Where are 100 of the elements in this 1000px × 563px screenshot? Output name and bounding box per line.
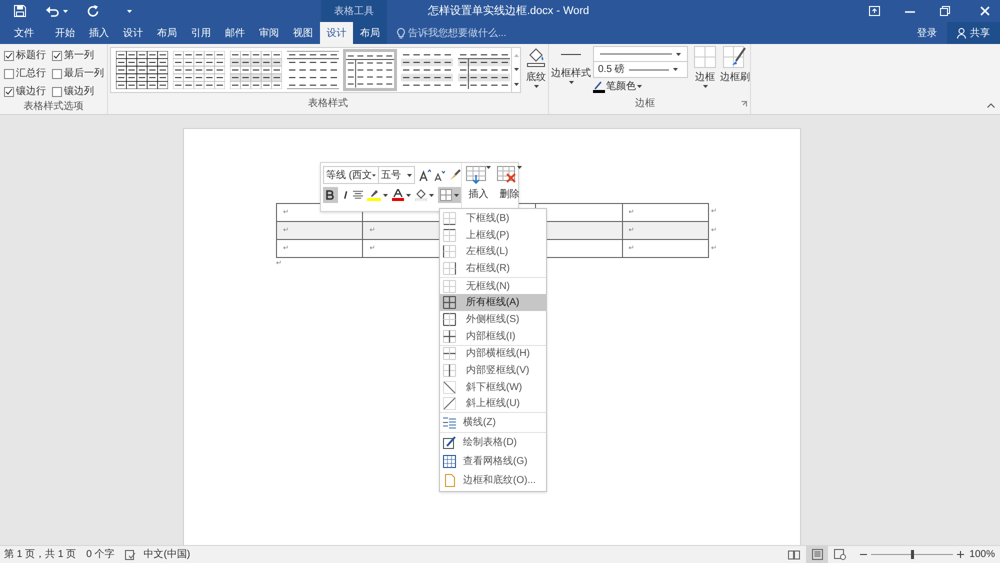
style-option-checkbox[interactable]: 镶边行	[4, 84, 52, 99]
style-option-checkbox[interactable]: 最后一列	[52, 66, 112, 81]
border-grid-icon	[443, 312, 456, 326]
zoom-slider-thumb[interactable]	[910, 550, 914, 559]
bold-button[interactable]	[323, 187, 338, 203]
dialog-launcher-icon[interactable]	[741, 100, 747, 106]
ribbon-tab[interactable]: 审阅	[252, 22, 286, 44]
table-style-option[interactable]	[343, 49, 397, 91]
view-button[interactable]	[806, 546, 828, 563]
font-size-field[interactable]: 五号	[379, 166, 415, 184]
ribbon-tab[interactable]: 设计	[320, 22, 353, 44]
caret-icon	[63, 10, 68, 12]
menu-item[interactable]: 右框线(R)	[440, 260, 546, 277]
border-grid-icon	[443, 262, 456, 275]
ribbon-tab[interactable]: 布局	[353, 22, 387, 44]
border-grid-icon	[443, 245, 456, 258]
style-option-checkbox[interactable]: 汇总行	[4, 66, 52, 81]
caret-icon	[406, 194, 411, 196]
font-color-icon[interactable]	[392, 189, 404, 201]
ribbon-tab[interactable]: 开始	[48, 22, 82, 44]
collapse-ribbon-icon[interactable]	[987, 103, 995, 108]
border-grid-icon	[440, 189, 452, 201]
ribbon-tab[interactable]: 布局	[150, 22, 184, 44]
pen-color-button[interactable]: 笔颜色	[593, 79, 688, 94]
center-align-icon[interactable]	[352, 190, 363, 200]
checkbox-box[interactable]	[52, 68, 62, 78]
style-option-checkbox[interactable]: 第一列	[52, 48, 112, 63]
menu-item[interactable]: 无框线(N)	[440, 278, 546, 294]
menu-item[interactable]: 横线(Z)	[440, 413, 546, 432]
menu-item[interactable]: 所有框线(A)	[440, 294, 546, 312]
ribbon-tab[interactable]: 邮件	[218, 22, 252, 44]
zoom-out-icon[interactable]	[860, 551, 868, 558]
gallery-scroll-buttons[interactable]	[512, 47, 522, 93]
horizontal-line-icon	[443, 416, 456, 430]
table-style-thumbnail-icon	[230, 51, 282, 89]
ribbon-display-icon[interactable]	[869, 6, 880, 16]
undo-icon[interactable]	[46, 6, 59, 16]
page-count: 第 1 页，共 1 页	[4, 548, 76, 562]
tell-me-field[interactable]: 告诉我您想要做什么...	[408, 26, 538, 40]
check-icon	[5, 52, 13, 60]
ribbon-tab[interactable]: 视图	[286, 22, 320, 44]
check-icon	[53, 52, 61, 60]
customize-caret-icon	[127, 10, 132, 12]
menu-item[interactable]: 边框和底纹(O)...	[440, 471, 546, 490]
menu-item[interactable]: 查看网格线(G)	[440, 452, 546, 472]
sign-in-link[interactable]: 登录	[917, 22, 947, 44]
table-style-option[interactable]	[286, 49, 340, 91]
shading-button[interactable]: 底纹	[524, 47, 548, 93]
borders-button[interactable]: 边框	[692, 46, 718, 94]
table-style-option[interactable]	[115, 49, 169, 91]
grow-font-icon[interactable]	[419, 169, 431, 181]
lightbulb-icon	[397, 28, 405, 38]
menu-item[interactable]: 内部框线(I)	[440, 328, 546, 344]
caret-icon	[429, 194, 434, 196]
checkbox-box[interactable]	[4, 68, 14, 78]
save-icon[interactable]	[14, 5, 26, 17]
line-sample-icon	[628, 68, 669, 70]
checkbox-box[interactable]	[52, 50, 62, 60]
line-style-dropdown[interactable]	[593, 46, 688, 62]
caret-icon	[407, 174, 412, 176]
restore-icon[interactable]	[940, 6, 950, 16]
style-option-checkbox[interactable]: 标题行	[4, 48, 52, 63]
caret-icon	[637, 85, 642, 88]
checkbox-box[interactable]	[4, 86, 14, 96]
borders-dropdown-button[interactable]	[438, 187, 461, 203]
caret-icon	[517, 166, 522, 169]
zoom-in-icon[interactable]	[957, 551, 964, 558]
close-icon[interactable]	[980, 6, 990, 16]
menu-item[interactable]: 外侧框线(S)	[440, 311, 546, 328]
shrink-font-icon[interactable]	[434, 170, 445, 180]
table-style-thumbnail-icon	[287, 51, 339, 89]
style-option-checkbox[interactable]: 镶边列	[52, 84, 112, 99]
menu-item[interactable]: 斜下框线(W)	[440, 378, 546, 396]
checkbox-box[interactable]	[52, 86, 62, 96]
share-button[interactable]: 共享	[947, 22, 1000, 44]
ribbon-tab[interactable]: 设计	[116, 22, 150, 44]
font-name-field[interactable]: 等线 (西文	[323, 166, 379, 184]
word-count: 0 个字	[86, 548, 115, 562]
highlighter-icon[interactable]	[367, 189, 381, 201]
group-label: 边框	[634, 96, 656, 111]
italic-icon[interactable]	[342, 190, 349, 200]
menu-item[interactable]: 内部竖框线(V)	[440, 362, 546, 379]
border-painter-button[interactable]: 边框刷	[720, 46, 750, 94]
ribbon-tab[interactable]: 文件	[0, 22, 48, 44]
table-style-option[interactable]	[229, 49, 283, 91]
line-weight-dropdown[interactable]: 0.5 磅	[593, 62, 688, 78]
checkbox-box[interactable]	[4, 50, 14, 60]
border-styles-button[interactable]: 边框样式	[552, 46, 590, 94]
ribbon-tab[interactable]: 引用	[184, 22, 218, 44]
menu-item[interactable]: 斜上框线(U)	[440, 396, 546, 412]
ribbon-tab[interactable]: 插入	[82, 22, 116, 44]
menu-item[interactable]: 内部横框线(H)	[440, 346, 546, 362]
redo-icon[interactable]	[87, 5, 99, 17]
menu-item[interactable]: 绘制表格(D)	[440, 433, 546, 452]
border-grid-icon	[443, 364, 456, 378]
shading-icon[interactable]	[415, 189, 427, 201]
format-painter-icon[interactable]	[449, 169, 461, 181]
table-style-option[interactable]	[172, 49, 226, 91]
check-icon	[5, 88, 13, 96]
proofing-icon[interactable]	[124, 550, 136, 560]
